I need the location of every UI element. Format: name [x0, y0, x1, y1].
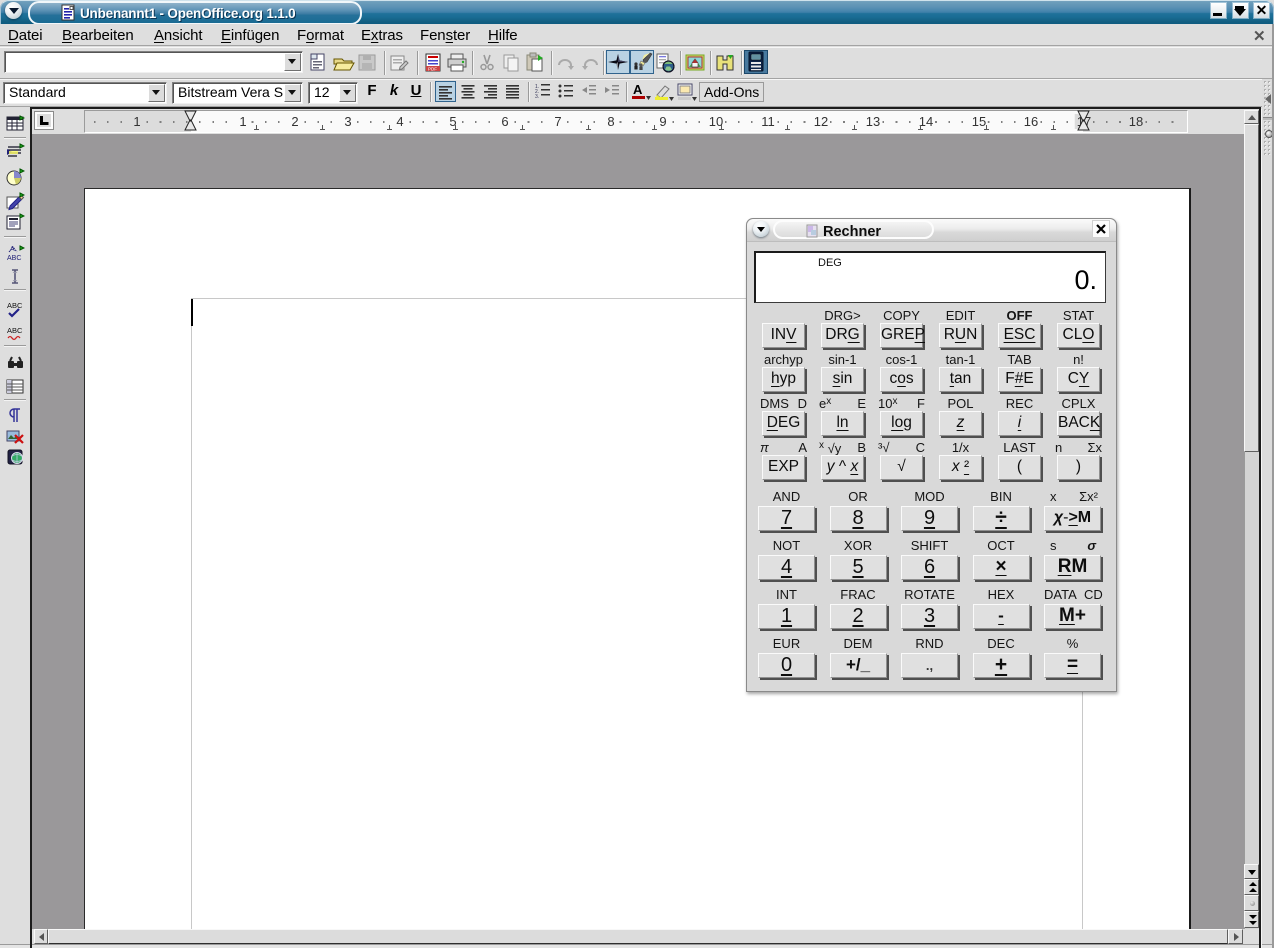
svg-text:PDF: PDF [428, 67, 437, 72]
svg-text:ABC: ABC [7, 326, 23, 335]
svg-text:3.: 3. [535, 94, 539, 100]
svg-text:ABC: ABC [7, 301, 23, 310]
svg-text:ABC: ABC [7, 255, 21, 262]
svg-text:A: A [633, 82, 643, 97]
